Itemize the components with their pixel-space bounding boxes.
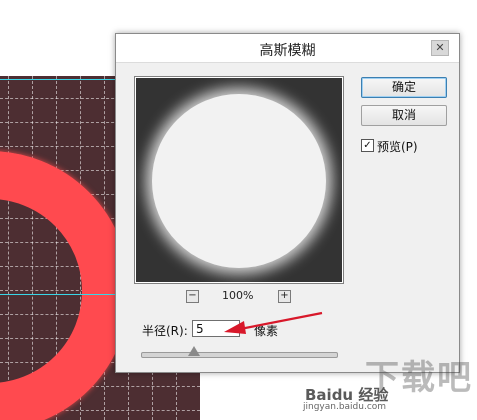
close-button[interactable]: ✕ (431, 40, 449, 56)
ok-button[interactable]: 确定 (361, 77, 447, 98)
watermark-url: jingyan.baidu.com (303, 402, 387, 412)
radius-slider-thumb[interactable] (187, 346, 200, 356)
blurred-circle-preview (152, 94, 326, 268)
dialog-titlebar[interactable]: 高斯模糊 ✕ (116, 34, 459, 63)
preview-label: 预览(P) (377, 140, 418, 154)
zoom-out-button[interactable]: − (186, 290, 199, 303)
minus-icon: − (188, 290, 197, 301)
dialog-title: 高斯模糊 (259, 43, 316, 59)
preview-image (136, 78, 342, 282)
cancel-button[interactable]: 取消 (361, 105, 447, 126)
radius-label: 半径(R): (142, 324, 188, 338)
zoom-controls: − 100% + (186, 289, 296, 304)
preview-window[interactable] (134, 76, 344, 284)
red-ring-shape (0, 151, 130, 420)
radius-unit-label: 像素 (254, 324, 279, 338)
plus-icon: + (280, 290, 289, 301)
radius-input[interactable] (192, 320, 240, 337)
gaussian-blur-dialog: 高斯模糊 ✕ − 100% + 确定 取消 ✓ 预览(P) 半径(R): 像素 (115, 33, 460, 373)
close-icon: ✕ (435, 41, 445, 54)
preview-checkbox[interactable]: ✓ (361, 139, 374, 152)
zoom-in-button[interactable]: + (278, 290, 291, 303)
watermark: 下载吧 Baidu 经验 jingyan.baidu.com (303, 350, 473, 416)
guide-line (0, 294, 118, 295)
zoom-level: 100% (222, 289, 254, 302)
